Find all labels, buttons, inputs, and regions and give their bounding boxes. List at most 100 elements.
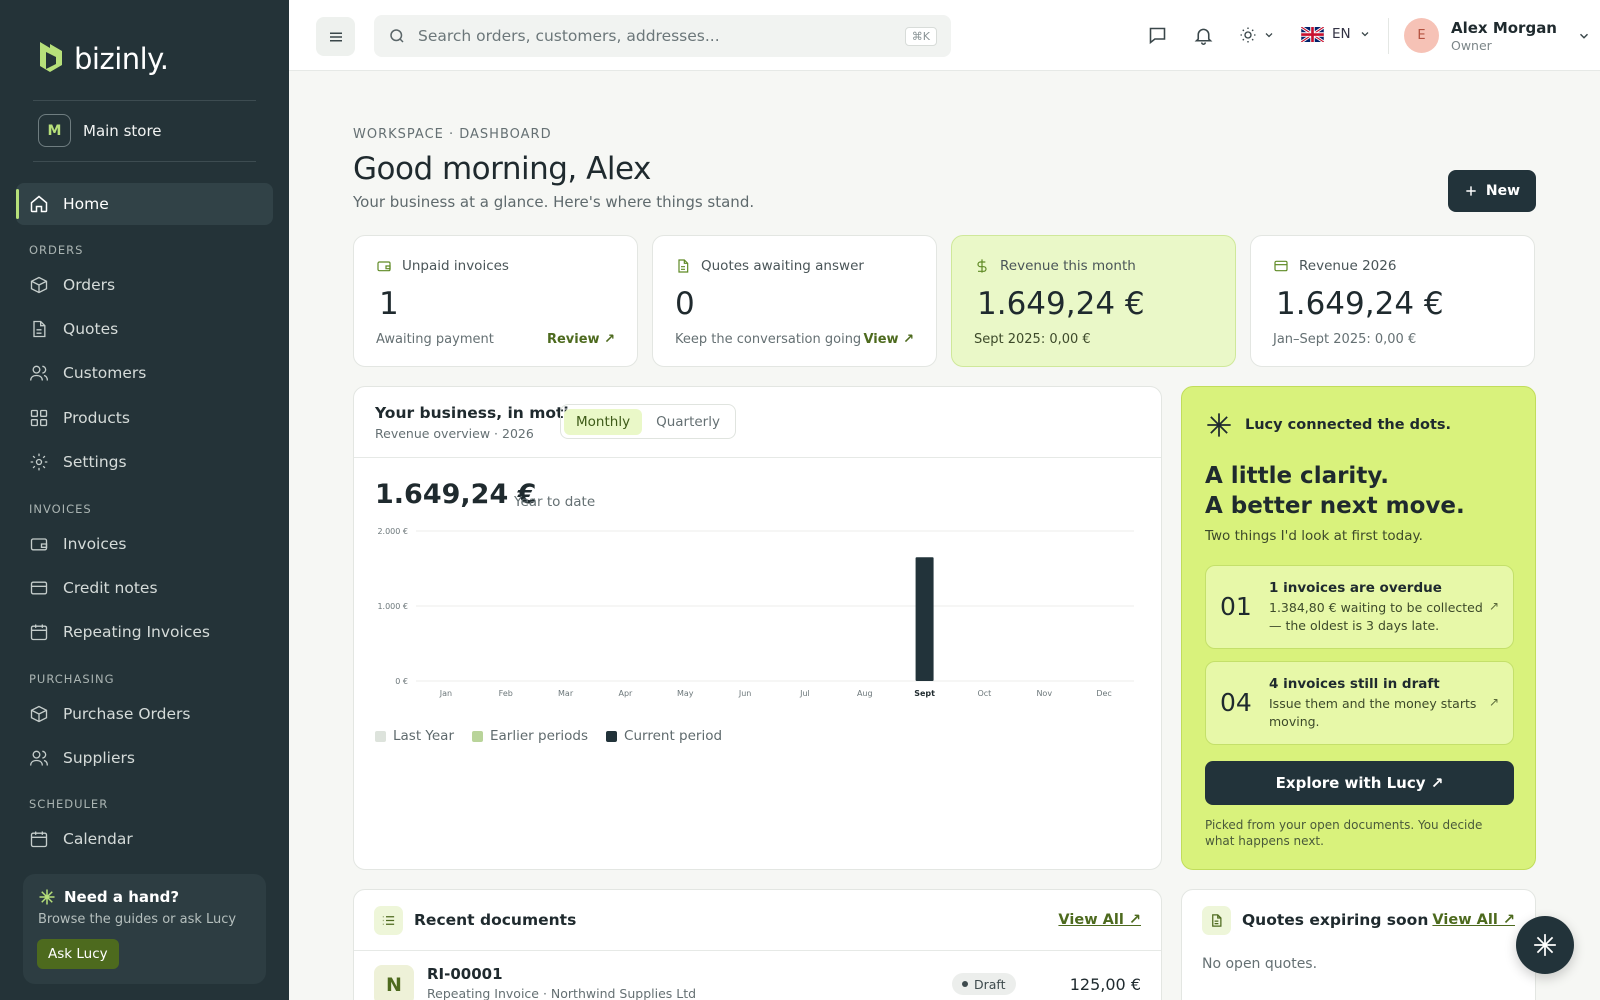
revenue-chart-card: Your business, in motion Revenue overvie… [353,386,1162,870]
sun-icon [1240,27,1256,43]
store-badge: M [38,114,71,147]
kpi-subtext: Keep the conversation going [675,332,862,347]
legend-label: Last Year [393,728,454,744]
kpi-label: Quotes awaiting answer [701,258,864,274]
sidebar-item-customers[interactable]: Customers [16,352,273,394]
sidebar-item-label: Calendar [63,830,133,848]
hamburger-icon [329,32,342,41]
sidebar-item-label: Settings [63,453,127,471]
user-menu[interactable]: E Alex Morgan Owner [1404,18,1591,53]
x-tick-label: Sept [914,689,935,698]
search-shortcut: ⌘K [904,26,937,46]
store-switcher[interactable]: M Main store [38,114,162,147]
sidebar-divider [33,161,256,162]
bell-icon[interactable] [1193,25,1214,46]
sidebar-item-label: Home [63,195,109,213]
kpi-subtext: Awaiting payment [376,332,494,347]
sidebar-item-home[interactable]: Home [16,183,273,225]
sidebar-item-label: Credit notes [63,579,158,597]
review-link[interactable]: Review ↗ [547,332,615,347]
box-icon [30,276,48,294]
legend-item: Last Year [375,728,454,744]
document-avatar: N [374,965,414,1000]
sidebar-item-settings[interactable]: Settings [16,441,273,483]
topbar: Search orders, customers, addresses... ⌘… [289,0,1600,71]
x-tick-label: Mar [558,689,574,698]
wallet-icon [377,261,391,272]
document-description: Repeating Invoice · Northwind Supplies L… [427,986,697,1000]
sidebar-item-calendar[interactable]: Calendar [16,818,273,860]
sidebar-item-purchase-orders[interactable]: Purchase Orders [16,693,273,735]
brand-logo[interactable]: bizinly. [36,40,169,78]
view-link[interactable]: View ↗ [863,332,914,347]
revenue-bar-chart: 0 € 1.000 € 2.000 € Jan Feb Mar Apr May Jun Jul Au… [377,527,1134,698]
chart-card-subtitle: Revenue overview · 2026 [375,426,534,441]
y-tick-label: 2.000 € [377,527,408,536]
brand-name: bizinly. [74,42,169,76]
new-button[interactable]: New [1448,170,1536,212]
x-tick-label: Jan [439,689,452,698]
list-icon-box [374,906,403,935]
recent-view-all-link[interactable]: View All ↗ [1058,912,1141,928]
language-selector[interactable]: EN [1301,26,1371,42]
y-tick-label: 1.000 € [377,602,408,611]
table-row[interactable]: N RI-00001 Repeating Invoice · Northwind… [354,950,1161,1000]
kpi-value: 1.649,24 € [977,286,1145,322]
lucy-fab-button[interactable] [1516,916,1574,974]
tip-title: 1 invoices are overdue [1269,580,1442,596]
chat-icon[interactable] [1147,25,1168,46]
card-icon [30,581,48,595]
list-icon [382,916,395,925]
empty-state: No open quotes. [1202,956,1318,972]
document-amount: 125,00 € [1069,975,1141,994]
sidebar-item-invoices[interactable]: Invoices [16,523,273,565]
sparkle-icon [39,889,55,905]
document-icon-box [1202,906,1231,935]
tip-number: 01 [1220,592,1252,621]
kpi-revenue-year[interactable]: Revenue 2026 1.649,24 € Jan–Sept 2025: 0… [1250,235,1535,367]
tip-description: Issue them and the money starts moving. [1269,696,1477,729]
wallet-icon [30,538,48,551]
sidebar-item-suppliers[interactable]: Suppliers [16,737,273,779]
tab-quarterly[interactable]: Quarterly [644,409,732,435]
sidebar-item-products[interactable]: Products [16,397,273,439]
lucy-tip-drafts[interactable]: 04 4 invoices still in draft Issue them … [1205,661,1514,745]
grid-icon [30,409,48,427]
kpi-revenue-month[interactable]: Revenue this month 1.649,24 € Sept 2025:… [951,235,1236,367]
x-tick-label: Feb [499,689,513,698]
menu-toggle-button[interactable] [316,17,355,56]
sidebar-item-label: Customers [63,364,147,382]
legend-swatch [472,730,483,742]
chart-total: 1.649,24 € [375,479,537,510]
sidebar-item-repeating-invoices[interactable]: Repeating Invoices [16,611,273,653]
user-role: Owner [1451,37,1492,53]
lucy-insights-card: Lucy connected the dots. A little clarit… [1181,386,1536,870]
kpi-label: Revenue this month [1000,258,1136,274]
kpi-subtext: Jan–Sept 2025: 0,00 € [1273,332,1417,347]
lucy-tip-overdue[interactable]: 01 1 invoices are overdue 1.384,80 € wai… [1205,565,1514,649]
ask-lucy-button[interactable]: Ask Lucy [37,939,119,969]
theme-toggle[interactable] [1239,26,1275,44]
dollar-icon [977,259,987,273]
calendar-repeat-icon [30,624,48,641]
kpi-unpaid-invoices[interactable]: Unpaid invoices 1 Awaiting payment Revie… [353,235,638,367]
sidebar-item-quotes[interactable]: Quotes [16,308,273,350]
sidebar-section-purchasing: PURCHASING [29,672,115,686]
legend-item: Current period [606,728,722,744]
search-input[interactable]: Search orders, customers, addresses... ⌘… [374,15,951,57]
x-tick-label: Oct [977,689,991,698]
explore-with-lucy-button[interactable]: Explore with Lucy ↗ [1205,761,1514,805]
page-title: Good morning, Alex [353,151,651,187]
bar-sept [915,557,934,681]
sidebar-item-orders[interactable]: Orders [16,264,273,306]
home-icon [30,195,48,213]
sidebar-item-credit-notes[interactable]: Credit notes [16,567,273,609]
language-code: EN [1332,26,1351,42]
chart-legend: Last Year Earlier periods Current period [375,728,722,744]
document-id: RI-00001 [427,965,503,983]
sidebar-item-label: Purchase Orders [63,705,191,723]
kpi-quotes-awaiting[interactable]: Quotes awaiting answer 0 Keep the conver… [652,235,937,367]
arrow-up-right-icon: ↗ [1488,599,1499,613]
tab-monthly[interactable]: Monthly [564,408,643,435]
quotes-view-all-link[interactable]: View All ↗ [1432,912,1515,928]
